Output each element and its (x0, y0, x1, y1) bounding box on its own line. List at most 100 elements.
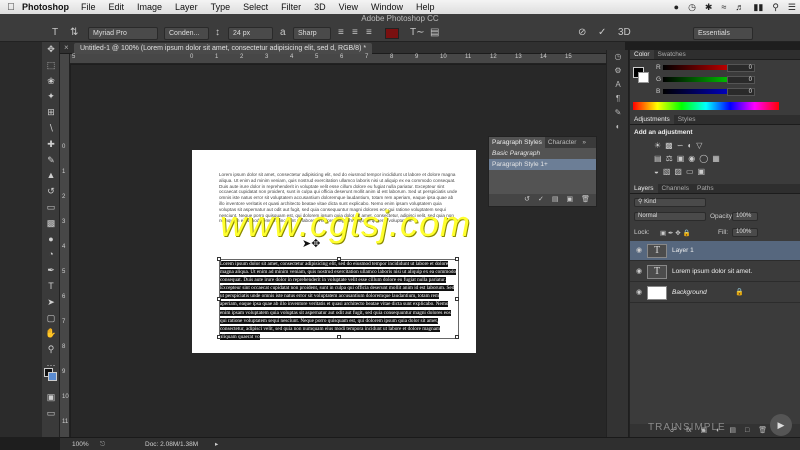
visibility-eye-icon[interactable]: ◉ (636, 246, 642, 254)
new-style-icon[interactable]: ▣ (566, 194, 573, 206)
type-tool-icon[interactable]: T (42, 279, 60, 295)
visibility-eye-icon[interactable]: ◉ (636, 288, 642, 296)
style-item-basic[interactable]: Basic Paragraph (489, 148, 596, 159)
curves-icon[interactable]: ∽ (677, 141, 684, 152)
clear-override-icon[interactable]: ↺ (524, 194, 530, 206)
transform-handle[interactable] (337, 335, 341, 339)
opacity-field[interactable]: 100% (732, 212, 758, 221)
menu-3d[interactable]: 3D (314, 2, 326, 12)
layer-name[interactable]: Lorem ipsum dolor sit amet... (672, 268, 752, 275)
transform-handle[interactable] (455, 297, 459, 301)
crop-tool-icon[interactable]: ⊞ (42, 105, 60, 121)
commit-icon[interactable]: ✓ (598, 26, 606, 40)
posterize-icon[interactable]: ▧ (663, 167, 671, 178)
new-layer-icon[interactable]: □ (745, 424, 749, 437)
tab-swatches[interactable]: Swatches (654, 50, 690, 59)
share-icon[interactable]: ⎋ (100, 438, 105, 450)
color-balance-icon[interactable]: ⚖ (666, 154, 673, 165)
transform-handle[interactable] (455, 257, 459, 261)
type-tool-preset-icon[interactable]: T (52, 26, 58, 40)
menu-filter[interactable]: Filter (281, 2, 301, 12)
menu-window[interactable]: Window (371, 2, 403, 12)
font-size-select[interactable]: 24 px (228, 27, 273, 40)
folder-icon[interactable]: ▤ (729, 424, 736, 437)
transform-handle[interactable] (217, 257, 221, 261)
green-value[interactable]: 0 (727, 76, 755, 84)
cancel-icon[interactable]: ⊘ (578, 26, 586, 40)
vertical-ruler[interactable]: 0 1 2 3 4 5 6 7 8 9 10 11 (60, 54, 70, 437)
transform-handle[interactable] (217, 297, 221, 301)
bluetooth-icon[interactable]: ✱ (705, 2, 713, 13)
search-icon[interactable]: ⚲ (772, 2, 779, 13)
app-menu[interactable]: Photoshop (22, 2, 69, 12)
layer-row-lorem[interactable]: ◉ T Lorem ipsum dolor sit amet... (630, 262, 800, 282)
battery-icon[interactable]: ▮▮ (753, 2, 763, 13)
tab-color[interactable]: Color (630, 50, 654, 59)
tab-styles[interactable]: Styles (674, 115, 700, 124)
workspace-select[interactable]: Essentials (693, 27, 753, 40)
background-color-swatch[interactable] (48, 372, 57, 381)
levels-icon[interactable]: ▩ (665, 141, 673, 152)
quick-select-tool-icon[interactable]: ✦ (42, 89, 60, 105)
blend-mode-select[interactable]: Normal (634, 212, 706, 221)
menu-help[interactable]: Help (416, 2, 435, 12)
vibrance-icon[interactable]: ▽ (696, 141, 702, 152)
eraser-tool-icon[interactable]: ▭ (42, 200, 60, 216)
move-tool-icon[interactable]: ✥ (42, 42, 60, 58)
blue-value[interactable]: 0 (727, 88, 755, 96)
character-panel-icon[interactable]: ▤ (430, 26, 439, 40)
exposure-icon[interactable]: ◐ (687, 141, 692, 152)
screen-mode-icon[interactable]: ▭ (42, 406, 60, 422)
history-brush-tool-icon[interactable]: ↺ (42, 184, 60, 200)
photo-filter-icon[interactable]: ◉ (688, 154, 695, 165)
trash-icon[interactable]: 🗑 (581, 194, 590, 206)
character-panel-icon[interactable]: A (607, 78, 629, 92)
brush-tool-icon[interactable]: ✎ (42, 153, 60, 169)
menu-file[interactable]: File (81, 2, 96, 12)
threed-button[interactable]: 3D (618, 26, 631, 40)
layer-row-layer-1[interactable]: ◉ T Layer 1 (630, 241, 800, 261)
tab-paragraph-styles[interactable]: Paragraph Styles (489, 137, 545, 148)
align-left-icon[interactable]: ≡ (338, 26, 344, 40)
transform-handle[interactable] (455, 335, 459, 339)
layer-row-background[interactable]: ◉ Background 🔒 (630, 283, 800, 303)
background-color-swatch[interactable] (638, 72, 649, 83)
align-center-icon[interactable]: ≡ (352, 26, 358, 40)
pen-tool-icon[interactable]: ✒ (42, 263, 60, 279)
transform-handle[interactable] (337, 257, 341, 261)
gradient-map-icon[interactable]: ▭ (686, 167, 694, 178)
black-white-icon[interactable]: ▣ (677, 154, 685, 165)
text-orientation-icon[interactable]: ⇅ (70, 26, 78, 40)
document-canvas[interactable]: Lorem ipsum dolor sit amet, consectetur … (192, 150, 476, 353)
font-family-select[interactable]: Myriad Pro (88, 27, 158, 40)
layer-filter-select[interactable]: ⚲ Kind (634, 198, 706, 207)
align-right-icon[interactable]: ≡ (366, 26, 372, 40)
properties-panel-icon[interactable]: ⚙ (607, 64, 629, 78)
color-spectrum[interactable] (633, 102, 779, 110)
menu-type[interactable]: Type (211, 2, 231, 12)
menu-layer[interactable]: Layer (175, 2, 198, 12)
play-icon[interactable]: ▶ (770, 414, 792, 436)
path-selection-tool-icon[interactable]: ➤ (42, 295, 60, 311)
font-style-select[interactable]: Conden... (164, 27, 209, 40)
hue-saturation-icon[interactable]: ▤ (654, 154, 662, 165)
paragraph-panel-icon[interactable]: ¶ (607, 92, 629, 106)
document-tab[interactable]: Untitled-1 @ 100% (Lorem ipsum dolor sit… (74, 43, 373, 54)
brushes-panel-icon[interactable]: ✎ (607, 106, 629, 120)
tab-character[interactable]: Character (545, 137, 580, 148)
channel-mixer-icon[interactable]: ◯ (699, 154, 708, 165)
volume-icon[interactable]: ♬ (735, 2, 744, 12)
text-bounding-box[interactable]: Lorem ipsum dolor sit amet, consectetur … (217, 257, 459, 340)
dodge-tool-icon[interactable]: ◔ (42, 247, 60, 263)
lock-icons[interactable]: ▣ ✒ ✥ 🔒 (660, 229, 691, 237)
document-info[interactable]: Doc: 2.08M/1.38M (145, 438, 198, 450)
invert-icon[interactable]: ◒ (654, 167, 659, 178)
list-icon[interactable]: ☰ (788, 2, 796, 13)
red-value[interactable]: 0 (727, 64, 755, 72)
fill-field[interactable]: 100% (732, 228, 758, 237)
close-icon[interactable]: × (64, 43, 69, 52)
menu-edit[interactable]: Edit (109, 2, 125, 12)
layer-name[interactable]: Layer 1 (672, 247, 752, 254)
warp-text-icon[interactable]: T∼ (410, 26, 425, 40)
tab-layers[interactable]: Layers (630, 184, 658, 193)
